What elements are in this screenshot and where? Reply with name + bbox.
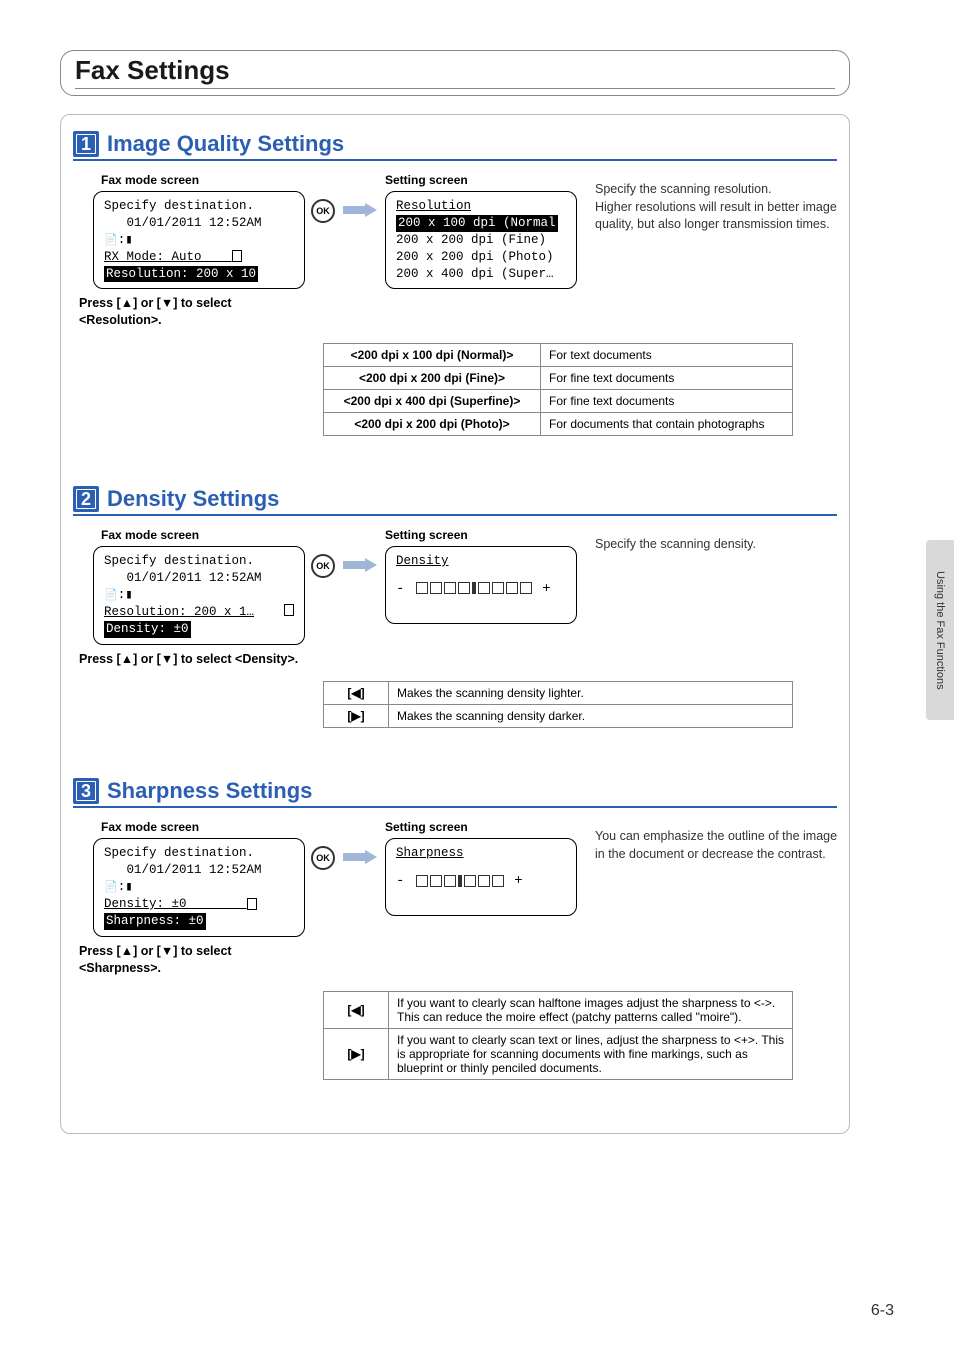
lcd-fax-2: Specify destination. 01/01/2011 12:52AM … <box>93 546 305 644</box>
step-badge-2: 2 <box>73 486 99 512</box>
scroll-icon <box>247 898 257 910</box>
lcd-setting-3: Sharpness - + <box>385 838 577 916</box>
table-row: [◀] If you want to clearly scan halftone… <box>324 991 793 1028</box>
step-badge-3: 3 <box>73 778 99 804</box>
cell: For text documents <box>541 344 793 367</box>
cell: <200 dpi x 400 dpi (Superfine)> <box>324 390 541 413</box>
table-row: [▶] Makes the scanning density darker. <box>324 705 793 728</box>
section-title-1: Image Quality Settings <box>107 131 344 157</box>
table-row: <200 dpi x 100 dpi (Normal)> For text do… <box>324 344 793 367</box>
lcd-fax-1: Specify destination. 01/01/2011 12:52AM … <box>93 191 305 289</box>
table-row: <200 dpi x 200 dpi (Fine)> For fine text… <box>324 367 793 390</box>
lcd-line: RX Mode: Auto <box>104 249 294 266</box>
page-number: 6-3 <box>871 1302 894 1320</box>
lcd-fax-3: Specify destination. 01/01/2011 12:52AM … <box>93 838 305 936</box>
lcd-line: Density: ±0 <box>104 896 294 913</box>
density-table: [◀] Makes the scanning density lighter. … <box>323 681 793 728</box>
lcd-line-selected: Density: ±0 <box>104 621 294 638</box>
table-row: [◀] Makes the scanning density lighter. <box>324 682 793 705</box>
ok-button-icon: OK <box>311 846 335 870</box>
label-setting-screen: Setting screen <box>385 173 577 187</box>
scroll-icon <box>232 250 242 262</box>
lcd-option-selected: 200 x 100 dpi (Normal <box>396 215 566 232</box>
scroll-icon <box>284 604 294 616</box>
density-gauge: - + <box>396 580 566 599</box>
arrow-icon <box>343 850 377 864</box>
lcd-line: Resolution: 200 x 1… <box>104 604 294 621</box>
step-badge-1: 1 <box>73 131 99 157</box>
content-frame: 1 Image Quality Settings Fax mode screen… <box>60 114 850 1134</box>
ok-button-icon: OK <box>311 199 335 223</box>
lcd-line: Specify destination. <box>104 198 294 215</box>
desc-line: Specify the scanning resolution. <box>595 181 845 199</box>
lcd-line: :▮ <box>104 587 294 604</box>
section-density: 2 Density Settings Fax mode screen Speci… <box>73 486 837 728</box>
lcd-title: Density <box>396 553 566 570</box>
section-title-2: Density Settings <box>107 486 279 512</box>
cell: <200 dpi x 100 dpi (Normal)> <box>324 344 541 367</box>
sharpness-gauge: - + <box>396 872 566 891</box>
resolution-table: <200 dpi x 100 dpi (Normal)> For text do… <box>323 343 793 436</box>
arrow-icon <box>343 203 377 217</box>
page-title-frame: Fax Settings <box>60 50 850 96</box>
lcd-line-selected: Resolution: 200 x 10 <box>104 266 294 283</box>
lcd-title: Sharpness <box>396 845 566 862</box>
cell: For fine text documents <box>541 367 793 390</box>
lcd-setting-2: Density - + <box>385 546 577 624</box>
table-row: <200 dpi x 200 dpi (Photo)> For document… <box>324 413 793 436</box>
lcd-line: 01/01/2011 12:52AM <box>104 570 294 587</box>
lcd-line: 01/01/2011 12:52AM <box>104 862 294 879</box>
lcd-line: Specify destination. <box>104 553 294 570</box>
sharpness-table: [◀] If you want to clearly scan halftone… <box>323 991 793 1080</box>
right-arrow-icon: [▶] <box>324 705 389 728</box>
left-arrow-icon: [◀] <box>324 991 389 1028</box>
lcd-setting-1: Resolution 200 x 100 dpi (Normal 200 x 2… <box>385 191 577 289</box>
lcd-title: Resolution <box>396 198 566 215</box>
lcd-option: 200 x 200 dpi (Photo) <box>396 249 566 266</box>
lcd-line: Specify destination. <box>104 845 294 862</box>
cell: Makes the scanning density lighter. <box>389 682 793 705</box>
label-setting-screen: Setting screen <box>385 820 577 834</box>
instruction-1: Press [▲] or [▼] to select <Resolution>. <box>79 295 303 329</box>
lcd-line: 01/01/2011 12:52AM <box>104 215 294 232</box>
desc-2: Specify the scanning density. <box>595 536 845 554</box>
left-arrow-icon: [◀] <box>324 682 389 705</box>
document-icon <box>104 588 118 602</box>
section-title-3: Sharpness Settings <box>107 778 312 804</box>
cell: If you want to clearly scan halftone ima… <box>389 991 793 1028</box>
lcd-line: :▮ <box>104 879 294 896</box>
label-fax-mode-screen: Fax mode screen <box>101 820 303 834</box>
lcd-line: :▮ <box>104 232 294 249</box>
document-icon <box>104 880 118 894</box>
label-setting-screen: Setting screen <box>385 528 577 542</box>
cell: <200 dpi x 200 dpi (Photo)> <box>324 413 541 436</box>
side-tab: Using the Fax Functions <box>926 540 954 720</box>
desc-line: Higher resolutions will result in better… <box>595 199 845 234</box>
cell: Makes the scanning density darker. <box>389 705 793 728</box>
label-fax-mode-screen: Fax mode screen <box>101 173 303 187</box>
cell: <200 dpi x 200 dpi (Fine)> <box>324 367 541 390</box>
lcd-option: 200 x 200 dpi (Fine) <box>396 232 566 249</box>
side-tab-label: Using the Fax Functions <box>934 571 946 690</box>
section-image-quality: 1 Image Quality Settings Fax mode screen… <box>73 131 837 436</box>
page-title: Fax Settings <box>75 55 835 89</box>
document-icon <box>104 233 118 247</box>
lcd-option: 200 x 400 dpi (Super… <box>396 266 566 283</box>
label-fax-mode-screen: Fax mode screen <box>101 528 303 542</box>
table-row: [▶] If you want to clearly scan text or … <box>324 1028 793 1079</box>
cell: For fine text documents <box>541 390 793 413</box>
ok-button-icon: OK <box>311 554 335 578</box>
table-row: <200 dpi x 400 dpi (Superfine)> For fine… <box>324 390 793 413</box>
cell: If you want to clearly scan text or line… <box>389 1028 793 1079</box>
instruction-2: Press [▲] or [▼] to select <Density>. <box>79 651 303 668</box>
cell: For documents that contain photographs <box>541 413 793 436</box>
desc-3: You can emphasize the outline of the ima… <box>595 828 845 863</box>
right-arrow-icon: [▶] <box>324 1028 389 1079</box>
instruction-3: Press [▲] or [▼] to select <Sharpness>. <box>79 943 303 977</box>
lcd-line-selected: Sharpness: ±0 <box>104 913 294 930</box>
arrow-icon <box>343 558 377 572</box>
section-sharpness: 3 Sharpness Settings Fax mode screen Spe… <box>73 778 837 1079</box>
